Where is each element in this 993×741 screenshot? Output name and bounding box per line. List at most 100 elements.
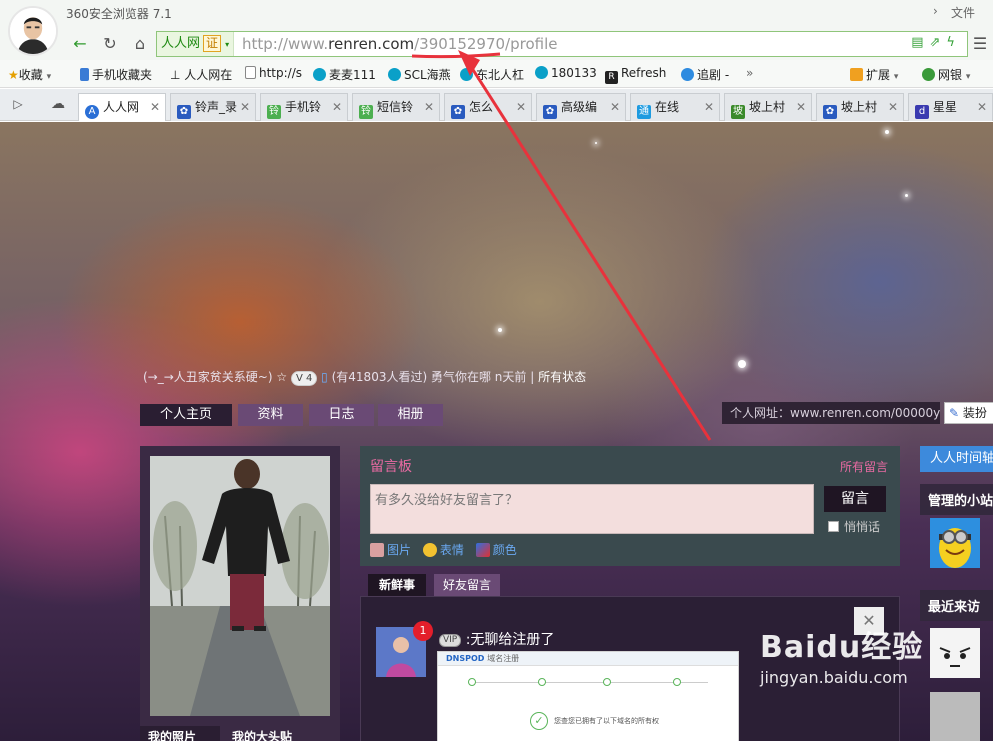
- address-bar[interactable]: 人人网证 ▾ http://www.renren.com/390152970/p…: [156, 31, 968, 57]
- insert-emoji-button[interactable]: 表情: [422, 543, 464, 557]
- text-color-button[interactable]: 颜色: [475, 543, 517, 557]
- visit-count: (有41803人看过): [331, 370, 428, 384]
- dropdown-arrow-icon[interactable]: ▾: [894, 72, 899, 82]
- tab-village-1[interactable]: 坡坡上村 ✕: [724, 93, 812, 121]
- tab-how-to[interactable]: ✿ 怎么 ✕: [444, 93, 532, 121]
- tab-ringtone[interactable]: ✿ 铃声_录 ✕: [170, 93, 256, 121]
- tab-blog[interactable]: 日志: [309, 404, 374, 426]
- user-avatar[interactable]: [8, 6, 58, 56]
- bookmark-zhuiju[interactable]: 追剧 -: [681, 66, 729, 83]
- tool-label: 图片: [387, 543, 412, 557]
- feed-attachment-image[interactable]: DNSPOD 域名注册 ✓ 您查您已拥有了以下域名的所有权: [437, 651, 739, 741]
- bookmark-dongbei[interactable]: 东北人杠: [460, 66, 524, 83]
- visitor-avatar[interactable]: [930, 692, 980, 741]
- close-icon[interactable]: ✕: [610, 94, 620, 120]
- close-icon[interactable]: ✕: [516, 94, 526, 120]
- dropdown-arrow-icon[interactable]: ▾: [47, 72, 52, 82]
- star-sparkle: [498, 328, 502, 332]
- lightning-icon[interactable]: ϟ: [946, 35, 961, 50]
- site-identity-badge[interactable]: 人人网证 ▾: [157, 32, 235, 56]
- photo-tabs: 我的照片 我的大头贴: [140, 726, 340, 741]
- close-icon[interactable]: ✕: [704, 94, 714, 120]
- home-icon[interactable]: ⌂: [128, 32, 152, 56]
- certificate-badge[interactable]: 证: [203, 35, 222, 52]
- close-icon[interactable]: ✕: [424, 94, 434, 120]
- close-icon[interactable]: ✕: [150, 94, 160, 120]
- tab-sms-ringtone[interactable]: 铃短信铃 ✕: [352, 93, 440, 121]
- bookmark-scl[interactable]: SCL海燕: [388, 66, 451, 83]
- dropdown-arrow-icon[interactable]: ▾: [966, 72, 971, 82]
- file-menu[interactable]: 文件: [951, 4, 975, 21]
- share-icon[interactable]: ⇗: [930, 35, 947, 50]
- close-icon[interactable]: ✕: [977, 94, 987, 120]
- tab-my-photos[interactable]: 我的照片: [140, 726, 220, 741]
- all-messages-link[interactable]: 所有留言: [840, 458, 888, 475]
- anchor-icon: ⊥: [170, 68, 181, 82]
- tab-profile-info[interactable]: 资料: [238, 404, 303, 426]
- close-icon[interactable]: ✕: [240, 94, 250, 120]
- tab-online[interactable]: 通在线 ✕: [630, 93, 720, 121]
- tab-village-2[interactable]: ✿ 坡上村 ✕: [816, 93, 904, 121]
- bookmark-renren[interactable]: ⊥ 人人网在: [170, 66, 232, 83]
- all-status-link[interactable]: 所有状态: [538, 370, 586, 384]
- status-text[interactable]: 勇气你在哪 n天前: [431, 370, 526, 384]
- back-arrow-icon[interactable]: ←: [68, 32, 92, 56]
- bookmark-maimai[interactable]: 麦麦111: [313, 66, 376, 83]
- profile-photo[interactable]: [150, 456, 330, 716]
- close-icon[interactable]: ✕: [332, 94, 342, 120]
- close-icon[interactable]: ✕: [888, 94, 898, 120]
- watermark-site: jingyan.baidu.com: [760, 668, 908, 687]
- url-domain: renren.com: [328, 35, 415, 53]
- tab-stars[interactable]: d 星星 ✕: [908, 93, 993, 121]
- bank-button[interactable]: 网银 ▾: [922, 66, 970, 83]
- insert-image-button[interactable]: 图片: [370, 543, 411, 557]
- sidebar-toggle-icon[interactable]: ▷: [6, 92, 30, 116]
- tab-my-avatar[interactable]: 我的大头贴: [224, 726, 340, 741]
- tab-news-feed[interactable]: 新鲜事: [368, 574, 426, 596]
- bookmark-label: 东北人杠: [476, 68, 525, 82]
- bookmark-favorites[interactable]: ★收藏 ▾: [8, 66, 51, 83]
- timeline-button[interactable]: 人人时间轴: [920, 446, 993, 472]
- dropdown-arrow-icon[interactable]: ▾: [225, 40, 229, 49]
- bookmark-http[interactable]: http://s: [245, 66, 302, 80]
- more-bookmarks-icon[interactable]: »: [746, 66, 753, 80]
- cloud-icon[interactable]: ☁: [46, 92, 70, 116]
- bookmark-mobile[interactable]: 手机收藏夹: [80, 66, 152, 83]
- dnspod-title: 域名注册: [487, 654, 520, 663]
- url-text[interactable]: http://www.renren.com/390152970/profile: [242, 32, 558, 56]
- tab-phone-ringtone[interactable]: 铃手机铃 ✕: [260, 93, 348, 121]
- app-icon: 通: [637, 105, 651, 119]
- checkbox[interactable]: [828, 521, 839, 532]
- right-sidebar: 人人时间轴 管理的小站 最近来访: [920, 446, 993, 741]
- vip-badge[interactable]: V 4: [290, 371, 318, 386]
- tab-home[interactable]: 个人主页: [140, 404, 232, 426]
- message-board-title: 留言板: [370, 459, 412, 475]
- chevron-right-icon[interactable]: ›: [933, 4, 938, 18]
- step-dot: [538, 678, 546, 686]
- bookmark-180133[interactable]: 180133: [535, 66, 597, 80]
- star-icon: ☆: [276, 370, 288, 384]
- personal-url[interactable]: 个人网址：www.renren.com/00000y: [722, 402, 940, 424]
- private-message-toggle[interactable]: 悄悄话: [828, 518, 880, 535]
- extensions-button[interactable]: 扩展 ▾: [850, 66, 898, 83]
- bookmark-label: SCL海燕: [404, 68, 451, 82]
- bookmark-refresh[interactable]: R Refresh: [605, 66, 666, 84]
- tab-label: 人人网: [103, 100, 140, 114]
- menu-icon[interactable]: ☰: [968, 32, 992, 56]
- tool-label: 颜色: [492, 543, 517, 557]
- reload-icon[interactable]: ↻: [98, 32, 122, 56]
- tab-friend-messages[interactable]: 好友留言: [434, 574, 500, 596]
- reader-icon[interactable]: ▤: [911, 35, 929, 50]
- tab-advanced[interactable]: ✿ 高级编 ✕: [536, 93, 626, 121]
- tab-album[interactable]: 相册: [378, 404, 443, 426]
- tab-label: 在线: [655, 100, 680, 114]
- qq-icon: [388, 68, 401, 81]
- submit-message-button[interactable]: 留言: [824, 486, 886, 512]
- vip-badge[interactable]: VIP: [439, 634, 462, 647]
- tab-renren[interactable]: A 人人网 ✕: [78, 93, 166, 121]
- decorate-button[interactable]: ✎ 装扮: [944, 402, 993, 424]
- close-icon[interactable]: ✕: [796, 94, 806, 120]
- visitor-avatar[interactable]: [930, 628, 980, 678]
- message-input[interactable]: 有多久没给好友留言了？: [370, 484, 814, 534]
- site-thumbnail[interactable]: [930, 518, 980, 568]
